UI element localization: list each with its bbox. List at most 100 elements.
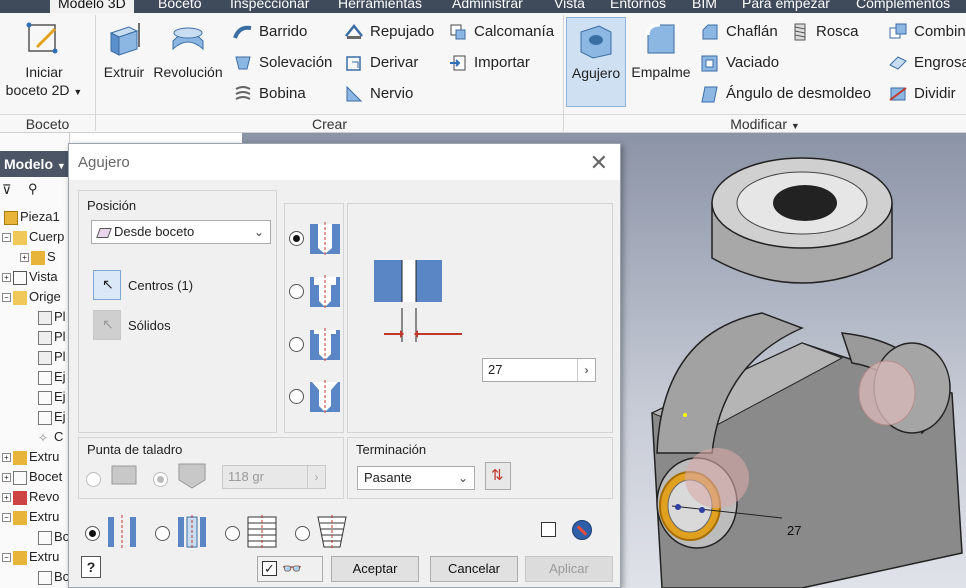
hole-label: Agujero (571, 65, 621, 81)
apply-button[interactable]: Aplicar (525, 556, 613, 582)
chamfer-button[interactable]: Chaflán (700, 21, 778, 43)
flip-direction-button[interactable]: ⇅ (485, 462, 511, 490)
sweep-button[interactable]: Barrido (233, 21, 307, 43)
drill-angle-input[interactable]: 118 gr › (222, 465, 326, 489)
tree-item-axis[interactable]: Ej (36, 387, 66, 407)
chevron-right-icon[interactable]: › (307, 466, 325, 488)
extend-start-checkbox[interactable] (541, 522, 556, 537)
thread-button[interactable]: Rosca (790, 21, 859, 43)
hole-diameter-input[interactable]: 27 › (482, 358, 596, 382)
sketch-icon (13, 470, 27, 485)
position-type-select[interactable]: Desde boceto ⌄ (91, 220, 271, 244)
position-label: Posición (87, 198, 137, 213)
split-button[interactable]: Dividir (888, 83, 956, 105)
tapped-hole-radio[interactable] (225, 526, 240, 541)
centers-select-button[interactable]: ↖ (93, 270, 121, 300)
import-button[interactable]: Importar (448, 52, 530, 74)
menu-tab-administrar[interactable]: Administrar (452, 0, 523, 11)
no-entry-icon[interactable] (572, 520, 592, 540)
start-2d-sketch-button[interactable]: Iniciar boceto 2D ▼ (4, 19, 84, 101)
termination-select[interactable]: Pasante ⌄ (357, 466, 475, 490)
extrusion-icon (13, 510, 27, 525)
tree-item-plane[interactable]: Pl (36, 307, 66, 327)
menu-tab-boceto[interactable]: Boceto (158, 0, 202, 11)
ok-button[interactable]: Aceptar (331, 556, 419, 582)
tree-item-extrusion[interactable]: − Extru (2, 507, 59, 527)
tree-item-plane[interactable]: Pl (36, 347, 66, 367)
menu-tab-inspeccionar[interactable]: Inspeccionar (230, 0, 309, 11)
rib-button[interactable]: Nervio (344, 83, 413, 105)
tree-item-bodies[interactable]: − Cuerp (2, 227, 64, 247)
position-group: Posición Desde boceto ⌄ ↖ Centros (1) ↖ … (78, 190, 277, 433)
boceto-panel-title: Boceto (0, 114, 95, 133)
tree-item-view[interactable]: + Vista (2, 267, 58, 287)
start-2d-sketch-label-2: boceto 2D ▼ (5, 82, 83, 98)
binoculars-icon[interactable]: ⚲ (28, 181, 38, 197)
hole-section-preview (374, 260, 462, 342)
close-icon[interactable]: ✕ (590, 150, 608, 176)
thicken-button[interactable]: Engrosa (888, 52, 966, 74)
solids-label: Sólidos (128, 318, 171, 333)
counterbore-icon (310, 275, 340, 309)
tree-item-origin[interactable]: − Orige (2, 287, 61, 307)
help-icon[interactable]: ? (81, 556, 101, 578)
countersink-hole-radio[interactable] (289, 389, 304, 404)
simple-hole-radio[interactable] (289, 231, 304, 246)
menu-tab-modelo-3d[interactable]: Modelo 3D (50, 0, 134, 13)
tree-item-revolve[interactable]: + Revo (2, 487, 59, 507)
tree-item-sketch[interactable]: + Bocet (2, 467, 62, 487)
model-browser-header[interactable]: Modelo ▼ (0, 151, 69, 177)
tree-item-extrusion[interactable]: − Extru (2, 547, 59, 567)
shell-button[interactable]: Vaciado (700, 52, 779, 74)
derive-button[interactable]: Derivar (344, 52, 418, 74)
extrude-label: Extruir (103, 64, 145, 80)
coil-icon (235, 86, 251, 100)
angle-drill-radio[interactable] (153, 472, 168, 487)
simple-hole-type-radio[interactable] (85, 526, 100, 541)
tree-item-sketch[interactable]: Bo (36, 567, 69, 587)
menu-tab-herramientas[interactable]: Herramientas (338, 0, 422, 11)
axis-icon (38, 410, 52, 425)
hole-button[interactable]: Agujero (566, 17, 626, 107)
tree-item-part[interactable]: Pieza1 (2, 207, 60, 227)
loft-icon (235, 56, 251, 70)
coil-button[interactable]: Bobina (233, 83, 306, 105)
menu-tab-entornos[interactable]: Entornos (610, 0, 666, 11)
filter-icon[interactable]: ⊽ (2, 182, 12, 198)
tree-item-axis[interactable]: Ej (36, 407, 66, 427)
tree-item-axis[interactable]: Ej (36, 367, 66, 387)
hole-dimension-label[interactable]: 27 (787, 523, 801, 538)
loft-button[interactable]: Solevación (233, 52, 332, 74)
menu-tab-vista[interactable]: Vista (554, 0, 585, 11)
chevron-right-icon[interactable]: › (577, 359, 595, 381)
menu-tab-complementos[interactable]: Complementos (856, 0, 950, 11)
tree-item-extrusion[interactable]: + Extru (2, 447, 59, 467)
tree-item-center-point[interactable]: ✧ C (36, 427, 63, 447)
combine-button[interactable]: Combin (888, 21, 966, 43)
spotface-hole-radio[interactable] (289, 337, 304, 352)
draft-angle-button[interactable]: Ángulo de desmoldeo (700, 83, 871, 105)
decal-button[interactable]: Calcomanía (448, 21, 554, 43)
tree-item-plane[interactable]: Pl (36, 327, 66, 347)
modificar-panel-title[interactable]: Modificar ▼ (564, 114, 966, 133)
extrude-button[interactable]: Extruir (100, 19, 148, 81)
sketch-icon (38, 530, 52, 545)
flat-drill-radio[interactable] (86, 472, 101, 487)
emboss-icon (345, 24, 363, 40)
preview-toggle[interactable]: ✓ 👓 (257, 556, 323, 582)
preview-checkbox[interactable]: ✓ (262, 561, 277, 576)
countersink-icon (310, 380, 340, 414)
menu-tab-bim[interactable]: BIM (692, 0, 717, 11)
tree-item-sketch[interactable]: Bo (36, 527, 69, 547)
clearance-hole-radio[interactable] (155, 526, 170, 541)
fillet-button[interactable]: Empalme (628, 19, 694, 81)
tree-item-solid[interactable]: + S (20, 247, 56, 267)
revolve-button[interactable]: Revolución (150, 19, 226, 81)
menu-tab-para-empezar[interactable]: Para empezar (742, 0, 830, 11)
emboss-button[interactable]: Repujado (344, 21, 434, 43)
counterbore-hole-radio[interactable] (289, 284, 304, 299)
cancel-button[interactable]: Cancelar (430, 556, 518, 582)
taper-tapped-hole-radio[interactable] (295, 526, 310, 541)
solids-select-button[interactable]: ↖ (93, 310, 121, 340)
tapped-hole-icon (247, 515, 277, 549)
